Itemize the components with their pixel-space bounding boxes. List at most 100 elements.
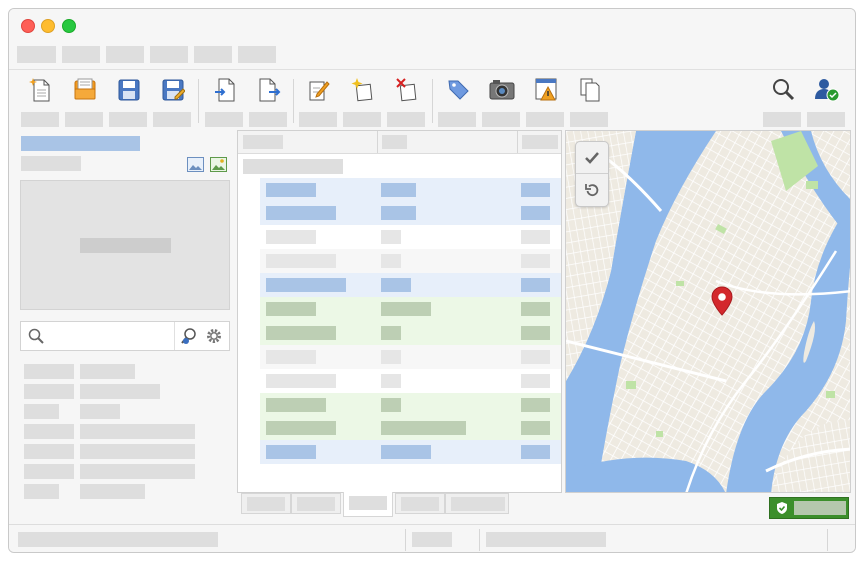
edit-icon — [309, 81, 330, 101]
cell — [266, 302, 316, 316]
toolbar-separator — [432, 79, 433, 123]
table-tabs — [241, 492, 511, 517]
user-verified-icon — [815, 79, 840, 102]
security-status-label — [794, 501, 846, 515]
column-divider — [377, 131, 378, 153]
table-row-group[interactable] — [260, 393, 561, 440]
menu-item[interactable] — [17, 46, 56, 63]
camera-button[interactable] — [482, 75, 522, 129]
sidebar-search — [20, 321, 230, 351]
menu-item[interactable] — [106, 46, 144, 63]
save-as-button[interactable] — [153, 75, 193, 129]
cell — [521, 254, 550, 268]
toolbar-label — [153, 112, 191, 127]
new-note-icon — [351, 78, 373, 102]
save-button[interactable] — [109, 75, 149, 129]
toolbar-label — [438, 112, 476, 127]
image-preview — [20, 180, 230, 310]
table-row[interactable] — [260, 345, 561, 369]
table-row[interactable] — [260, 225, 561, 249]
table-row-group[interactable] — [260, 297, 561, 345]
menu-item[interactable] — [194, 46, 232, 63]
open-button[interactable] — [65, 75, 105, 129]
tag-icon — [448, 80, 469, 100]
menu-item[interactable] — [62, 46, 100, 63]
confirm-button[interactable] — [576, 142, 608, 174]
property-value — [80, 464, 195, 479]
security-badge[interactable] — [769, 497, 849, 519]
edit-button[interactable] — [299, 75, 339, 129]
group-header[interactable] — [243, 159, 343, 174]
cell — [521, 350, 550, 364]
app-window — [8, 8, 856, 553]
toolbar-search-button[interactable] — [763, 75, 803, 129]
check-icon — [585, 152, 599, 164]
image-icon[interactable] — [187, 157, 204, 172]
status-bar — [9, 524, 855, 552]
export-button[interactable] — [249, 75, 289, 129]
table-header — [238, 131, 561, 154]
menu-item[interactable] — [150, 46, 188, 63]
tab[interactable] — [395, 493, 445, 514]
column-header[interactable] — [243, 135, 283, 149]
toolbar-label — [249, 112, 287, 127]
tab-label — [401, 497, 439, 511]
menu-item[interactable] — [238, 46, 276, 63]
menu-divider — [9, 69, 855, 70]
delete-button[interactable] — [387, 75, 427, 129]
tab-label — [297, 497, 335, 511]
cell — [381, 398, 401, 412]
alert-button[interactable] — [526, 75, 566, 129]
column-header[interactable] — [382, 135, 407, 149]
zoom-button[interactable] — [62, 19, 76, 33]
camera-icon — [489, 80, 515, 100]
minimize-button[interactable] — [41, 19, 55, 33]
landscape-icon[interactable] — [210, 157, 227, 172]
table-row[interactable] — [260, 369, 561, 393]
map-view[interactable] — [565, 130, 851, 493]
tab[interactable] — [445, 493, 509, 514]
duplicate-button[interactable] — [570, 75, 610, 129]
tab[interactable] — [291, 493, 341, 514]
column-header[interactable] — [522, 135, 558, 149]
search-input[interactable] — [49, 324, 173, 348]
toolbar-label — [343, 112, 381, 127]
table-row-group[interactable] — [260, 178, 561, 225]
user-search-icon[interactable] — [180, 327, 198, 345]
cell — [521, 230, 550, 244]
cell — [266, 206, 336, 220]
property-value — [80, 364, 135, 379]
export-icon — [259, 78, 281, 102]
cell — [266, 326, 336, 340]
tag-button[interactable] — [438, 75, 478, 129]
import-button[interactable] — [205, 75, 245, 129]
tab-label — [451, 497, 505, 511]
table-row[interactable] — [260, 249, 561, 273]
cell — [381, 445, 431, 459]
status-field — [412, 532, 452, 547]
cell — [266, 374, 336, 388]
new-note-button[interactable] — [343, 75, 383, 129]
property-value — [80, 484, 145, 499]
tab[interactable] — [241, 493, 291, 514]
tab-active[interactable] — [343, 492, 393, 517]
table-row[interactable] — [260, 273, 561, 297]
new-document-icon — [29, 78, 50, 102]
cell — [521, 326, 550, 340]
property-label — [24, 464, 74, 479]
property-label — [24, 404, 59, 419]
new-document-button[interactable] — [21, 75, 61, 129]
status-divider — [479, 529, 480, 551]
property-label — [24, 384, 74, 399]
title-bar — [9, 9, 855, 41]
close-button[interactable] — [21, 19, 35, 33]
gear-icon[interactable] — [206, 328, 222, 344]
cell — [521, 374, 550, 388]
sidebar-title — [21, 136, 140, 151]
location-pin-icon[interactable] — [711, 286, 733, 316]
user-account-button[interactable] — [807, 75, 847, 129]
property-label — [24, 484, 59, 499]
property-label — [24, 444, 74, 459]
reset-button[interactable] — [576, 174, 608, 205]
table-row[interactable] — [260, 440, 561, 464]
